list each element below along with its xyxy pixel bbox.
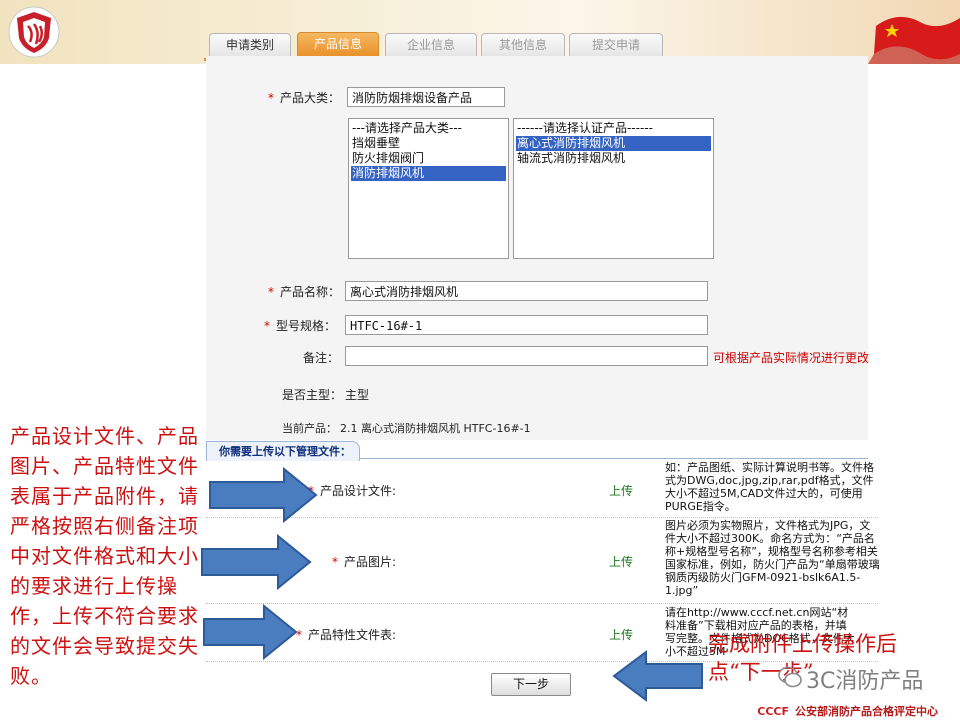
cert-product-option[interactable]: 轴流式消防排烟风机 xyxy=(516,151,711,166)
current-product-label: 当前产品： xyxy=(282,422,337,435)
tab-submit[interactable]: 提交申请 xyxy=(569,33,663,56)
cert-product-option-selected[interactable]: 离心式消防排烟风机 xyxy=(516,136,711,151)
product-type-option-selected[interactable]: 消防排烟风机 xyxy=(351,166,506,181)
product-type-header: ---请选择产品大类--- xyxy=(352,121,462,135)
shield-logo-icon xyxy=(8,6,60,58)
category-field[interactable]: 消防防烟排烟设备产品 xyxy=(347,87,505,107)
tab-company-info[interactable]: 企业信息 xyxy=(385,33,477,56)
required-mark: * xyxy=(264,319,270,333)
product-name-field[interactable]: 离心式消防排烟风机 xyxy=(345,281,708,301)
arrow-left-icon xyxy=(612,650,703,702)
upload-spec-label: 产品特性文件表: xyxy=(308,628,397,642)
upload-row-design: *产品设计文件: xyxy=(308,482,396,499)
current-product-row: 当前产品： 2.1 离心式消防排烟风机 HTFC-16#-1 xyxy=(282,420,531,436)
watermark-text: 3C消防产品 xyxy=(806,669,924,694)
product-name-label: * 产品名称： xyxy=(268,283,340,300)
upload-row-image: * 产品图片: xyxy=(332,553,396,570)
cert-product-listbox[interactable]: ------请选择认证产品------ 离心式消防排烟风机 轴流式消防排烟风机 xyxy=(513,118,714,259)
footer-org: CCCF 公安部消防产品合格评定中心 xyxy=(757,703,938,719)
upload-design-label: 产品设计文件: xyxy=(320,484,397,498)
main-type-value: 主型 xyxy=(345,388,370,402)
left-annotation: 产品设计文件、产品图片、产品特性文件表属于产品附件，请严格按照右侧备注项中对文件… xyxy=(10,424,199,688)
required-mark: * xyxy=(268,285,274,299)
next-step-button[interactable]: 下一步 xyxy=(491,673,571,696)
upload-image-label: 产品图片: xyxy=(344,555,397,569)
cert-product-header: ------请选择认证产品------ xyxy=(517,121,653,135)
upload-image-button[interactable]: 上传 xyxy=(609,553,633,570)
category-label: * 产品大类： xyxy=(268,89,340,106)
product-name-label-text: 产品名称： xyxy=(280,285,341,299)
upload-design-note: 如：产品图纸、实际计算说明书等。文件格式为DWG,doc,jpg,zip,rar… xyxy=(665,461,874,513)
product-type-listbox[interactable]: ---请选择产品大类--- 挡烟垂壁 防火排烟阀门 消防排烟风机 xyxy=(348,118,509,259)
arrow-right-icon xyxy=(201,534,312,590)
main-type-label: 是否主型： xyxy=(282,388,343,402)
current-product-value: 2.1 离心式消防排烟风机 HTFC-16#-1 xyxy=(340,422,531,435)
remark-field[interactable] xyxy=(345,346,708,366)
upload-image-note: 图片必须为实物照片，文件格式为JPG，文件大小不超过300K。命名方式为：“产品… xyxy=(665,519,880,597)
footer-brand: CCCF xyxy=(757,705,789,718)
category-label-text: 产品大类： xyxy=(280,91,341,105)
upload-row-spec: * 产品特性文件表: xyxy=(296,626,396,643)
product-type-option[interactable]: 防火排烟阀门 xyxy=(351,151,506,166)
red-flag-icon xyxy=(868,16,960,64)
required-mark: * xyxy=(268,91,274,105)
model-label: * 型号规格： xyxy=(264,317,336,334)
model-label-text: 型号规格： xyxy=(276,319,337,333)
tab-apply-category[interactable]: 申请类别 xyxy=(209,33,291,56)
wechat-icon xyxy=(778,666,802,688)
main-type-row: 是否主型： 主型 xyxy=(282,386,369,403)
tab-product-info[interactable]: 产品信息 xyxy=(297,32,379,56)
tab-other-info[interactable]: 其他信息 xyxy=(481,33,565,56)
footer-org-name: 公安部消防产品合格评定中心 xyxy=(795,705,938,718)
model-field[interactable]: HTFC-16#-1 xyxy=(345,315,708,335)
product-type-option[interactable]: 挡烟垂壁 xyxy=(351,136,506,151)
remark-label: 备注： xyxy=(303,351,340,365)
upload-section-title: 你需要上传以下管理文件： xyxy=(206,441,360,461)
arrow-right-icon xyxy=(203,604,298,660)
arrow-right-icon xyxy=(209,467,318,523)
remark-hint: 可根据产品实际情况进行更改 xyxy=(713,351,870,365)
upload-spec-button[interactable]: 上传 xyxy=(609,626,633,643)
upload-section-header: 你需要上传以下管理文件： xyxy=(206,440,868,461)
required-mark: * xyxy=(332,555,338,569)
upload-row-divider xyxy=(206,603,878,604)
upload-design-button[interactable]: 上传 xyxy=(609,482,633,499)
